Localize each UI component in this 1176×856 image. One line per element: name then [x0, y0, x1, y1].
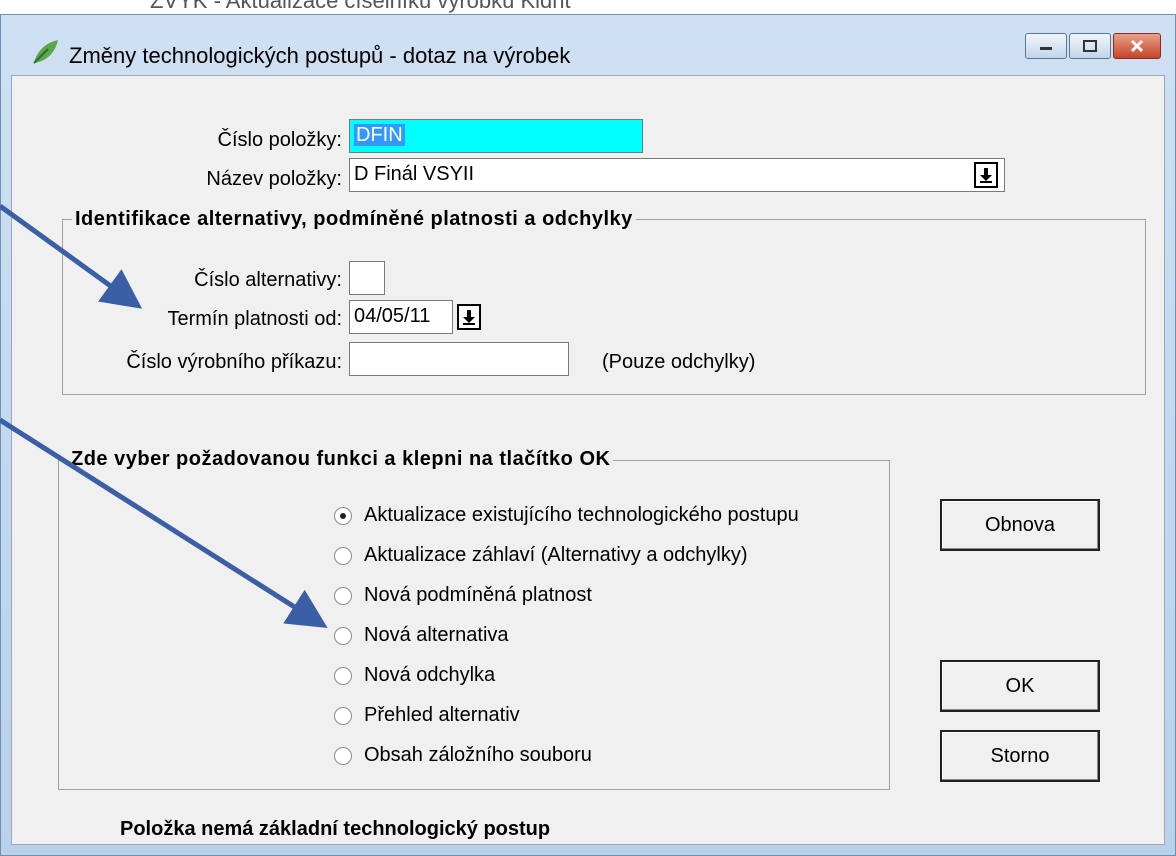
radio-backup-file-contents[interactable]: Obsah záložního souboru [334, 744, 592, 767]
ok-button[interactable]: OK [940, 660, 1100, 712]
radio-update-existing[interactable]: Aktualizace existujícího technologického… [334, 504, 799, 527]
radio-circle [334, 666, 352, 685]
function-legend: Zde vyber požadovanou funkci a klepni na… [68, 448, 614, 471]
radio-new-alternative[interactable]: Nová alternativa [334, 624, 509, 647]
minimize-icon [1040, 47, 1052, 50]
close-icon [1130, 39, 1144, 53]
dialog-window: Změny technologických postupů - dotaz na… [0, 14, 1176, 856]
valid-from-dropdown-button[interactable] [457, 304, 481, 330]
maximize-icon [1083, 40, 1097, 52]
radio-new-deviation[interactable]: Nová odchylka [334, 664, 495, 687]
arrow-down-icon [980, 168, 992, 183]
title-bar[interactable]: Změny technologických postupů - dotaz na… [1, 15, 1175, 77]
production-order-field[interactable] [349, 342, 569, 376]
window-title: Změny technologických postupů - dotaz na… [69, 43, 571, 68]
radio-circle [334, 546, 352, 565]
radio-label: Přehled alternativ [364, 704, 520, 726]
dialog-client-area: Číslo položky: DFIN Název položky: D Fin… [11, 75, 1165, 845]
close-button[interactable] [1113, 33, 1161, 59]
valid-from-label: Termín platnosti od: [167, 308, 342, 330]
radio-circle [334, 506, 352, 525]
radio-label: Aktualizace existujícího technologického… [364, 504, 799, 526]
refresh-button[interactable]: Obnova [940, 499, 1100, 551]
minimize-button[interactable] [1025, 33, 1067, 59]
radio-circle [334, 706, 352, 725]
item-number-value: DFIN [354, 124, 405, 146]
radio-update-header[interactable]: Aktualizace záhlaví (Alternativy a odchy… [334, 544, 748, 567]
cancel-button[interactable]: Storno [940, 730, 1100, 782]
item-name-value: D Finál VSYII [354, 163, 475, 185]
item-number-label: Číslo položky: [217, 129, 343, 151]
item-name-field[interactable]: D Finál VSYII [349, 158, 1005, 192]
status-message: Položka nemá základní technologický post… [120, 818, 551, 840]
radio-label: Nová alternativa [364, 624, 509, 646]
deviations-only-note: (Pouze odchylky) [602, 351, 756, 373]
valid-from-field[interactable]: 04/05/11 [349, 300, 453, 334]
production-order-label: Číslo výrobního příkazu: [126, 351, 342, 373]
background-window-text: ZVYK - Aktualizace číselníku výrobků Kid… [150, 0, 571, 13]
arrow-down-icon [463, 310, 475, 325]
identification-legend: Identifikace alternativy, podmíněné plat… [72, 208, 636, 231]
alternative-label: Číslo alternativy: [194, 269, 342, 291]
item-number-field[interactable]: DFIN [349, 119, 643, 153]
item-name-dropdown-button[interactable] [974, 162, 998, 188]
radio-label: Nová podmíněná platnost [364, 584, 592, 606]
radio-alternatives-overview[interactable]: Přehled alternativ [334, 704, 520, 727]
maximize-button[interactable] [1069, 33, 1111, 59]
radio-label: Aktualizace záhlaví (Alternativy a odchy… [364, 544, 748, 566]
radio-circle [334, 746, 352, 765]
radio-circle [334, 586, 352, 605]
app-leaf-icon [33, 40, 58, 64]
radio-circle [334, 626, 352, 645]
radio-label: Nová odchylka [364, 664, 496, 686]
item-name-label: Název položky: [206, 168, 342, 190]
radio-label: Obsah záložního souboru [364, 744, 592, 766]
alternative-field[interactable] [349, 261, 385, 295]
radio-new-conditional-validity[interactable]: Nová podmíněná platnost [334, 584, 592, 607]
